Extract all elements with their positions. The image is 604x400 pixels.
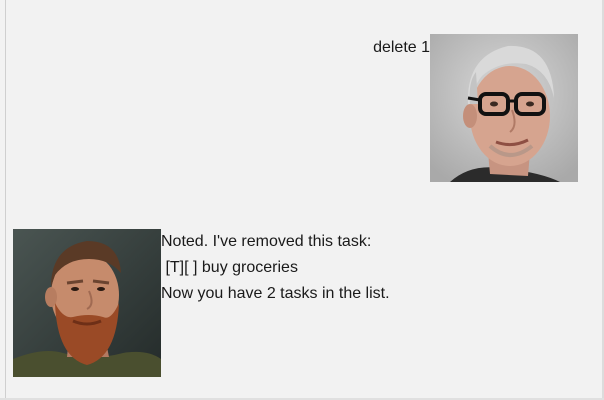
user-avatar	[430, 34, 578, 182]
clipped-glyph	[0, 0, 4, 12]
bot-dialog-box: Noted. I've removed this task: [T][ ] bu…	[13, 229, 390, 377]
bot-message-line: Noted. I've removed this task:	[161, 233, 372, 250]
bot-avatar-photo	[13, 229, 161, 377]
user-avatar-photo	[430, 34, 578, 182]
user-message-text: delete 1	[373, 39, 430, 56]
bot-message-line: [T][ ] buy groceries	[161, 259, 298, 276]
bot-message-line: Now you have 2 tasks in the list.	[161, 285, 390, 302]
bot-message-text: Noted. I've removed this task: [T][ ] bu…	[161, 229, 390, 307]
bot-avatar	[13, 229, 161, 377]
user-dialog-box: delete 1	[373, 34, 578, 182]
dialog-container: delete 1 Noted. I've removed this task: …	[6, 0, 602, 398]
